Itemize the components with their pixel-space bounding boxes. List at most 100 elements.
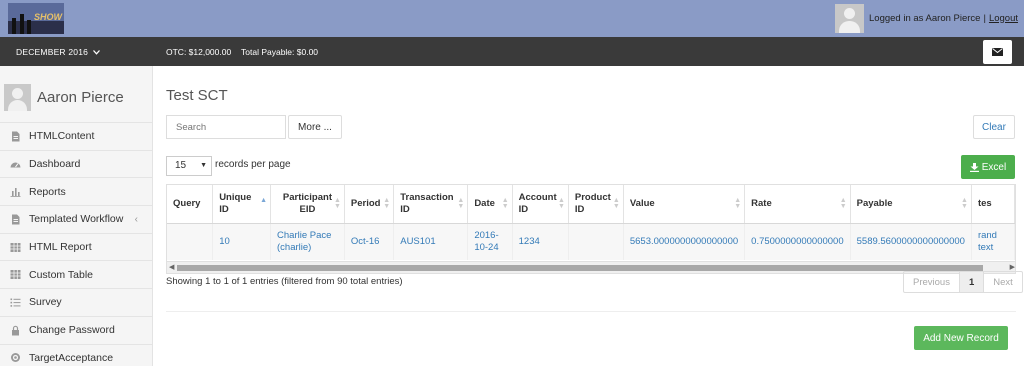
cell-rate[interactable]: 0.7500000000000000: [745, 223, 850, 260]
sidebar-item-htmlcontent[interactable]: HTMLContent: [0, 122, 152, 150]
sort-icon: ▲▼: [334, 198, 341, 210]
status-bar: DECEMBER 2016 OTC: $12,000.00 Total Paya…: [0, 37, 1024, 66]
cell-participant[interactable]: Charlie Pace (charlie): [271, 223, 345, 260]
cell-period[interactable]: Oct-16: [344, 223, 393, 260]
page-length-select[interactable]: 15 ▼: [166, 156, 212, 176]
column-header[interactable]: Participant EID▲▼: [271, 185, 345, 223]
table-icon: [10, 269, 21, 280]
column-header[interactable]: Account ID▲▼: [512, 185, 568, 223]
more-button[interactable]: More ...: [288, 115, 342, 139]
envelope-icon: [992, 48, 1003, 56]
sidebar-item-label: Change Password: [29, 324, 115, 336]
page-title: Test SCT: [166, 87, 228, 104]
main-content: Test SCT More ... Clear 15 ▼ records per…: [166, 66, 1016, 366]
sidebar-item-reports[interactable]: Reports: [0, 177, 152, 205]
top-bar: SHOW Logged in as Aaron Pierce | Logout: [0, 0, 1024, 37]
clear-button[interactable]: Clear: [973, 115, 1015, 139]
sidebar-item-html-report[interactable]: HTML Report: [0, 233, 152, 261]
column-header[interactable]: tes: [971, 185, 1014, 223]
column-header[interactable]: Unique ID▲: [213, 185, 271, 223]
sidebar-item-label: HTMLContent: [29, 130, 94, 142]
cell-query: [167, 223, 213, 260]
sidebar-item-label: Custom Table: [29, 269, 93, 281]
total-payable: Total Payable: $0.00: [241, 47, 318, 57]
cell-transaction-id[interactable]: AUS101: [394, 223, 468, 260]
target-icon: [10, 352, 21, 363]
sort-asc-icon: ▲: [260, 198, 267, 204]
sort-icon: ▲▼: [383, 198, 390, 210]
bar-chart-icon: [10, 186, 21, 197]
cell-date[interactable]: 2016-10-24: [468, 223, 512, 260]
table-icon: [10, 242, 21, 253]
table-header-row: Query Unique ID▲ Participant EID▲▼ Perio…: [167, 185, 1015, 223]
period-label: DECEMBER 2016: [16, 47, 88, 57]
sort-icon: ▲▼: [734, 198, 741, 210]
sort-icon: ▲▼: [840, 198, 847, 210]
previous-page-button[interactable]: Previous: [904, 272, 960, 292]
sort-icon: ▲▼: [613, 198, 620, 210]
scroll-left-icon[interactable]: ◀: [169, 263, 174, 271]
cell-account-id[interactable]: 1234: [512, 223, 568, 260]
sidebar-item-change-password[interactable]: Change Password: [0, 316, 152, 344]
scrollbar-thumb[interactable]: [177, 265, 983, 271]
scroll-right-icon[interactable]: ▶: [1010, 263, 1015, 271]
column-header[interactable]: Transaction ID▲▼: [394, 185, 468, 223]
logo[interactable]: SHOW: [8, 3, 64, 34]
table-info: Showing 1 to 1 of 1 entries (filtered fr…: [166, 276, 403, 287]
search-input[interactable]: [166, 115, 286, 139]
cell-test[interactable]: rand text: [971, 223, 1014, 260]
sidebar-item-label: Dashboard: [29, 158, 80, 170]
data-table: Query Unique ID▲ Participant EID▲▼ Perio…: [166, 184, 1016, 274]
sidebar-item-templated-workflow[interactable]: Templated Workflow ‹: [0, 205, 152, 233]
column-header[interactable]: Query: [167, 185, 213, 223]
add-new-record-button[interactable]: Add New Record: [914, 326, 1008, 350]
lock-icon: [10, 325, 21, 336]
sidebar-item-label: Templated Workflow: [29, 213, 123, 225]
logo-text: SHOW: [34, 12, 62, 22]
download-icon: [970, 163, 979, 172]
period-dropdown[interactable]: DECEMBER 2016: [16, 47, 100, 57]
dashboard-icon: [10, 159, 21, 170]
table-row[interactable]: 10 Charlie Pace (charlie) Oct-16 AUS101 …: [167, 223, 1015, 260]
horizontal-scrollbar[interactable]: ◀ ▶: [167, 261, 1016, 273]
column-header[interactable]: Period▲▼: [344, 185, 393, 223]
nav-list: HTMLContent Dashboard Reports Templated …: [0, 122, 152, 371]
sidebar-item-custom-table[interactable]: Custom Table: [0, 260, 152, 288]
next-page-button[interactable]: Next: [984, 272, 1022, 292]
excel-export-button[interactable]: Excel: [961, 155, 1015, 179]
column-header[interactable]: Value▲▼: [623, 185, 744, 223]
excel-label: Excel: [982, 162, 1006, 173]
column-header[interactable]: Date▲▼: [468, 185, 512, 223]
sidebar-item-label: TargetAcceptance: [29, 352, 113, 364]
user-area: Logged in as Aaron Pierce | Logout: [835, 3, 1018, 33]
column-header[interactable]: Payable▲▼: [850, 185, 971, 223]
sidebar-item-label: Survey: [29, 296, 62, 308]
avatar: [835, 4, 864, 33]
cell-unique-id[interactable]: 10: [213, 223, 271, 260]
sidebar-item-target-acceptance[interactable]: TargetAcceptance: [0, 344, 152, 371]
chevron-left-icon: ‹: [135, 214, 138, 225]
column-header[interactable]: Product ID▲▼: [568, 185, 623, 223]
otc-value: OTC: $12,000.00: [166, 47, 231, 57]
sidebar-avatar: [4, 84, 31, 111]
sidebar-user-name: Aaron Pierce: [37, 89, 124, 106]
column-header[interactable]: Rate▲▼: [745, 185, 850, 223]
current-page-button[interactable]: 1: [960, 272, 984, 292]
cell-payable[interactable]: 5589.5600000000000000: [850, 223, 971, 260]
sidebar-item-label: HTML Report: [29, 241, 92, 253]
cell-product-id[interactable]: [568, 223, 623, 260]
divider: [166, 311, 1016, 312]
logged-in-text: Logged in as Aaron Pierce: [869, 13, 980, 24]
pagination: Previous 1 Next: [903, 271, 1023, 293]
sidebar-user: Aaron Pierce: [4, 84, 124, 111]
sidebar-item-label: Reports: [29, 186, 66, 198]
sidebar: Aaron Pierce HTMLContent Dashboard Repor…: [0, 66, 153, 366]
sort-icon: ▲▼: [961, 198, 968, 210]
sidebar-item-survey[interactable]: Survey: [0, 288, 152, 316]
cell-value[interactable]: 5653.0000000000000000: [623, 223, 744, 260]
list-icon: [10, 297, 21, 308]
sidebar-item-dashboard[interactable]: Dashboard: [0, 150, 152, 178]
logout-link[interactable]: Logout: [989, 13, 1018, 24]
caret-down-icon: ▼: [200, 162, 207, 169]
mail-button[interactable]: [983, 40, 1012, 64]
